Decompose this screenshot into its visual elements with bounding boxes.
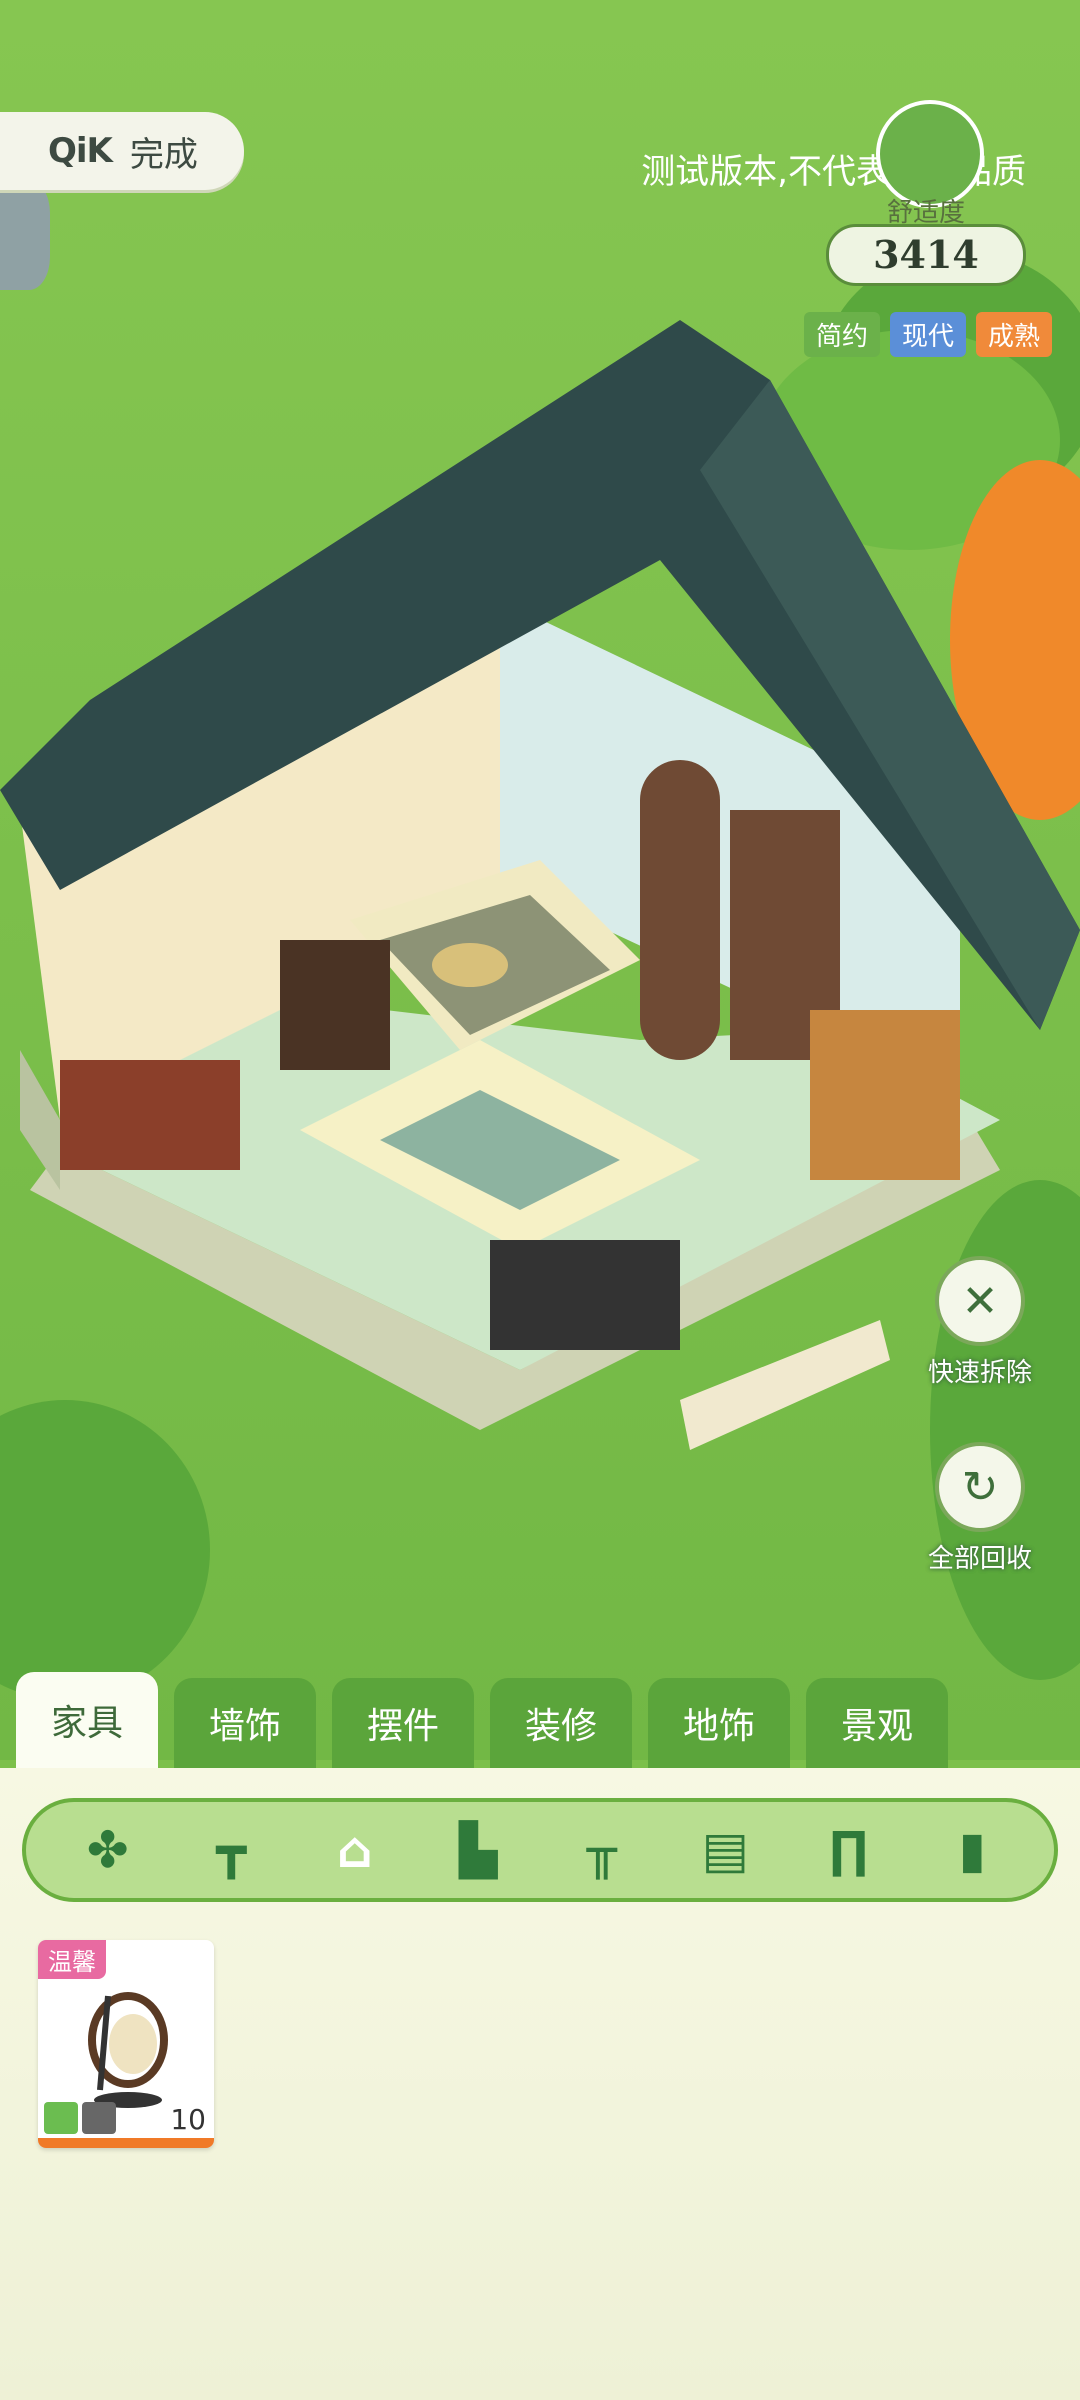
cabinet — [280, 940, 390, 1070]
recall-all-label: 全部回收 — [927, 1544, 1032, 1574]
item-card-hanging-chair[interactable]: 温馨 10 — [38, 1940, 214, 2148]
quick-remove-button[interactable]: ✕ 快速拆除 — [910, 1256, 1050, 1389]
item-rarity-bar — [38, 2138, 214, 2148]
done-label: 完成 — [129, 134, 198, 175]
table-icon[interactable]: ┳ — [191, 1818, 271, 1882]
comfort-badge[interactable]: 舒适度 3414 — [826, 100, 1026, 290]
side-table — [60, 1060, 240, 1170]
logo-mark: QiK — [48, 131, 113, 171]
bookshelf — [810, 1010, 960, 1180]
room-scene[interactable]: QiK 完成 测试版本,不代表最终品质 舒适度 3414 简约 现代 成熟 ✕ … — [0, 0, 1080, 1760]
style-tag-mature: 成熟 — [975, 312, 1052, 357]
tab-furniture[interactable]: 家具 — [16, 1672, 158, 1768]
grass-badge-icon — [44, 2102, 78, 2134]
tab-renovation[interactable]: 装修 — [490, 1678, 632, 1768]
style-badge-icon — [82, 2102, 116, 2134]
comfort-value: 3414 — [826, 224, 1026, 286]
quick-remove-label: 快速拆除 — [927, 1358, 1032, 1388]
done-button[interactable]: QiK 完成 — [0, 112, 244, 190]
style-tag-simple: 简约 — [803, 312, 880, 357]
recall-all-button[interactable]: ↻ 全部回收 — [910, 1442, 1050, 1575]
subcategory-bar: ✤ ┳ ⌂ ▙ ╥ ▤ ∏ ▮ — [22, 1798, 1058, 1902]
item-count: 10 — [170, 2103, 206, 2136]
clover-icon[interactable]: ✤ — [68, 1818, 148, 1882]
category-tabs: 家具 墙饰 摆件 装修 地饰 景观 — [16, 1672, 948, 1768]
style-tags: 简约 现代 成熟 — [803, 312, 1052, 357]
style-tag-modern: 现代 — [889, 312, 966, 357]
arched-window — [640, 760, 720, 1060]
floor-lamp — [432, 943, 508, 987]
front-step — [680, 1320, 890, 1450]
quick-remove-icon: ✕ — [935, 1256, 1025, 1346]
tab-wall-decor[interactable]: 墙饰 — [174, 1678, 316, 1768]
screen-icon[interactable]: ▮ — [932, 1818, 1012, 1882]
tab-ornaments[interactable]: 摆件 — [332, 1678, 474, 1768]
cabinet-icon[interactable]: ▤ — [685, 1818, 765, 1882]
front-fence — [490, 1240, 680, 1350]
bed-icon[interactable]: ▙ — [438, 1818, 518, 1882]
desk-icon[interactable]: ╥ — [562, 1818, 642, 1882]
recall-icon: ↻ — [935, 1442, 1025, 1532]
armchair-icon[interactable]: ⌂ — [315, 1818, 395, 1882]
tab-floor-decor[interactable]: 地饰 — [648, 1678, 790, 1768]
tab-landscape[interactable]: 景观 — [806, 1678, 948, 1768]
wardrobe-icon[interactable]: ∏ — [809, 1818, 889, 1882]
